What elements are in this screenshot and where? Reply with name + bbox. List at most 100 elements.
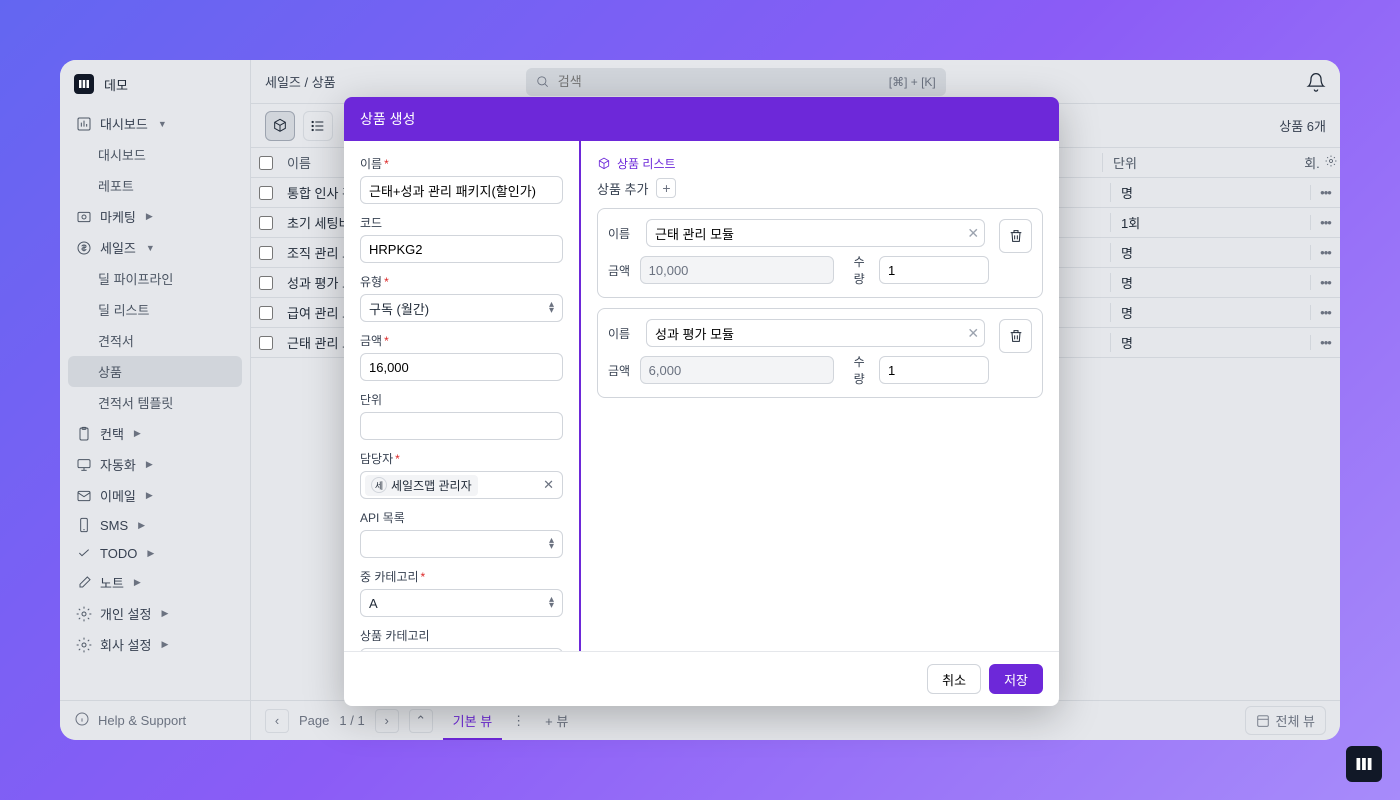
sidebar-item-16[interactable]: 개인 설정▶ <box>68 598 242 629</box>
tab-default-view[interactable]: 기본 뷰 <box>443 703 503 740</box>
chevron-icon: ▶ <box>146 459 153 470</box>
row-checkbox[interactable] <box>259 276 273 290</box>
row-actions-icon[interactable]: ••• <box>1310 305 1340 320</box>
cube-icon <box>597 157 611 171</box>
chevron-icon: ▼ <box>146 243 155 253</box>
modal-title: 상품 생성 <box>344 97 1059 141</box>
tab-menu-icon[interactable]: ⋮ <box>512 713 525 729</box>
row-actions-icon[interactable]: ••• <box>1310 245 1340 260</box>
field-type-select[interactable]: 구독 (월간)▴▾ <box>360 294 563 322</box>
row-actions-icon[interactable]: ••• <box>1310 275 1340 290</box>
field-owner-label: 담당자* <box>360 450 563 467</box>
field-unit-input[interactable] <box>360 412 563 440</box>
row-checkbox[interactable] <box>259 186 273 200</box>
gear-icon <box>76 606 92 622</box>
field-code-label: 코드 <box>360 214 563 231</box>
field-name-input[interactable] <box>360 176 563 204</box>
product-item-card: 이름✕금액수량 <box>597 208 1043 298</box>
page-value: 1 / 1 <box>339 713 364 728</box>
tab-add-view[interactable]: + 뷰 <box>535 703 578 738</box>
clear-item-icon[interactable]: ✕ <box>967 325 979 342</box>
edit-icon <box>76 575 92 591</box>
notifications-icon[interactable] <box>1306 72 1326 92</box>
item-amount-input[interactable] <box>640 256 834 284</box>
sidebar-item-15[interactable]: 노트▶ <box>68 567 242 598</box>
field-code-input[interactable] <box>360 235 563 263</box>
product-count: 상품 6개 <box>1279 116 1326 135</box>
delete-item-button[interactable] <box>999 319 1032 353</box>
field-owner-input[interactable]: 세세일즈맵 관리자 ✕ <box>360 471 563 499</box>
chevron-icon: ▶ <box>146 211 153 222</box>
clear-item-icon[interactable]: ✕ <box>967 225 979 242</box>
item-qty-input[interactable] <box>879 256 989 284</box>
chevron-icon: ▶ <box>134 428 141 439</box>
sidebar-item-10[interactable]: 컨택▶ <box>68 418 242 449</box>
sidebar-item-3[interactable]: 마케팅▶ <box>68 201 242 232</box>
check-icon <box>76 545 92 561</box>
add-product-button[interactable]: + <box>656 178 676 198</box>
col-settings-icon[interactable] <box>1322 155 1340 170</box>
help-support[interactable]: Help & Support <box>60 700 250 740</box>
field-amount-input[interactable] <box>360 353 563 381</box>
field-unit-label: 단위 <box>360 391 563 408</box>
sidebar-item-7[interactable]: 견적서 <box>68 325 242 356</box>
sidebar-item-11[interactable]: 자동화▶ <box>68 449 242 480</box>
sidebar-item-6[interactable]: 딜 리스트 <box>68 294 242 325</box>
gear-icon <box>76 637 92 653</box>
row-checkbox[interactable] <box>259 246 273 260</box>
page-prev-button[interactable]: ‹ <box>265 709 289 733</box>
float-logo-icon[interactable] <box>1346 746 1382 782</box>
row-unit: 명 <box>1110 273 1310 292</box>
sidebar-item-12[interactable]: 이메일▶ <box>68 480 242 511</box>
field-prodcat-label: 상품 카테고리 <box>360 627 563 644</box>
page-up-button[interactable]: ⌃ <box>409 709 433 733</box>
row-actions-icon[interactable]: ••• <box>1310 335 1340 350</box>
brand: 데모 <box>60 60 250 108</box>
monitor-icon <box>76 457 92 473</box>
sidebar-item-14[interactable]: TODO▶ <box>68 539 242 567</box>
product-item-card: 이름✕금액수량 <box>597 308 1043 398</box>
sidebar-item-2[interactable]: 레포트 <box>68 170 242 201</box>
field-midcat-select[interactable]: A▴▾ <box>360 589 563 617</box>
sidebar-item-4[interactable]: 세일즈▼ <box>68 232 242 263</box>
page-next-button[interactable]: › <box>375 709 399 733</box>
sidebar-item-1[interactable]: 대시보드 <box>68 139 242 170</box>
row-checkbox[interactable] <box>259 306 273 320</box>
field-midcat-label: 중 카테고리* <box>360 568 563 585</box>
row-actions-icon[interactable]: ••• <box>1310 215 1340 230</box>
clear-owner-icon[interactable]: ✕ <box>539 477 558 493</box>
search-icon <box>536 75 550 89</box>
row-unit: 명 <box>1110 333 1310 352</box>
sidebar-item-9[interactable]: 견적서 템플릿 <box>68 387 242 418</box>
chart-icon <box>76 116 92 132</box>
item-name-input[interactable] <box>646 319 985 347</box>
phone-icon <box>76 517 92 533</box>
save-button[interactable]: 저장 <box>989 664 1043 694</box>
product-list-header: 상품 리스트 <box>597 155 1043 172</box>
row-checkbox[interactable] <box>259 216 273 230</box>
mail-icon <box>76 488 92 504</box>
cancel-button[interactable]: 취소 <box>927 664 981 694</box>
row-checkbox[interactable] <box>259 336 273 350</box>
search-shortcut: [⌘] + [K] <box>889 75 936 89</box>
view-list-button[interactable] <box>303 111 333 141</box>
view-grid-button[interactable] <box>265 111 295 141</box>
field-api-select[interactable]: ▴▾ <box>360 530 563 558</box>
select-all-checkbox[interactable] <box>259 156 273 170</box>
item-name-input[interactable] <box>646 219 985 247</box>
page-label: Page <box>299 713 329 728</box>
view-all-button[interactable]: 전체 뷰 <box>1245 706 1327 735</box>
sidebar-item-17[interactable]: 회사 설정▶ <box>68 629 242 660</box>
sidebar-item-5[interactable]: 딜 파이프라인 <box>68 263 242 294</box>
sidebar-item-0[interactable]: 대시보드▼ <box>68 108 242 139</box>
search-input[interactable]: [⌘] + [K] <box>526 68 946 96</box>
col-h: 회. <box>1302 153 1322 172</box>
item-amount-input[interactable] <box>640 356 834 384</box>
field-amount-label: 금액* <box>360 332 563 349</box>
chevron-icon: ▶ <box>138 520 145 531</box>
sidebar-item-13[interactable]: SMS▶ <box>68 511 242 539</box>
row-actions-icon[interactable]: ••• <box>1310 185 1340 200</box>
sidebar-item-8[interactable]: 상품 <box>68 356 242 387</box>
item-qty-input[interactable] <box>879 356 989 384</box>
delete-item-button[interactable] <box>999 219 1032 253</box>
